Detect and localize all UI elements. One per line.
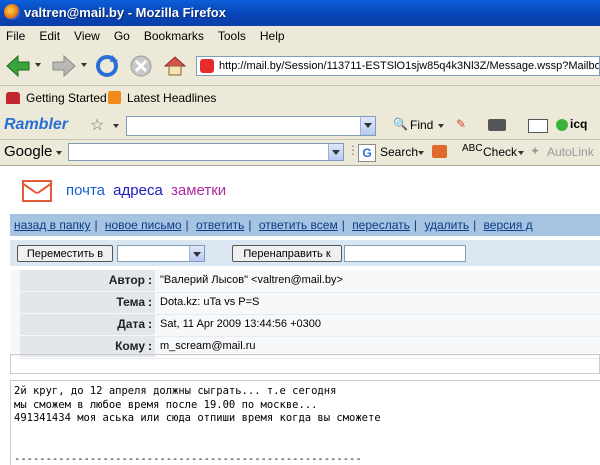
menu-tools[interactable]: Tools [212, 26, 254, 43]
reload-button[interactable] [94, 53, 120, 79]
header-row-date: Дата: Sat, 11 Apr 2009 13:44:56 +0300 [20, 314, 600, 337]
firefox-icon [6, 92, 20, 104]
mail-action-bar: назад в папку | новое письмо | ответить | о… [10, 214, 600, 236]
stop-icon [130, 55, 152, 77]
forward-arrow-icon [52, 54, 76, 78]
menu-bookmarks[interactable]: Bookmarks [138, 26, 212, 43]
attachments-area [10, 354, 600, 374]
mail-icon[interactable] [528, 119, 548, 133]
window-title-bar: valtren@mail.by - Mozilla Firefox [0, 0, 600, 26]
message-body: 2й круг, до 12 апреля должны сыграть... … [10, 380, 600, 465]
firefox-icon [4, 4, 20, 20]
reload-icon [96, 55, 118, 77]
redirect-button[interactable]: Перенаправить к [232, 245, 342, 262]
delete-link[interactable]: удалить [420, 218, 473, 232]
google-toolbar: Google ⋮ G Search ABC Check ✦ AutoLink [0, 140, 600, 166]
star-dropdown-icon[interactable] [113, 124, 119, 128]
chevron-down-icon[interactable] [360, 117, 375, 135]
home-button[interactable] [162, 53, 188, 79]
header-label: Тема [20, 292, 145, 313]
new-message-link[interactable]: новое письмо [101, 218, 186, 232]
page-content: почта адреса заметки назад в папку | ново… [0, 166, 600, 465]
nav-adresa[interactable]: адреса [113, 182, 163, 199]
google-search-button[interactable]: Search [380, 145, 418, 159]
rambler-logo[interactable]: Rambler [4, 116, 68, 134]
address-bar[interactable]: http://mail.by/Session/113711-ESTSlO1sjw… [196, 56, 600, 76]
forward-dropdown-icon[interactable] [81, 63, 87, 67]
move-to-button[interactable]: Переместить в [17, 245, 113, 262]
bookmark-getting-started[interactable]: Getting Started [26, 91, 107, 105]
rambler-search-input[interactable] [126, 116, 376, 136]
menu-bar: File Edit View Go Bookmarks Tools Help [0, 26, 600, 48]
menu-edit[interactable]: Edit [33, 26, 68, 43]
menu-file[interactable]: File [0, 26, 33, 43]
autolink-icon: ✦ [530, 144, 541, 158]
redirect-input[interactable] [344, 245, 466, 262]
reply-link[interactable]: ответить [192, 218, 248, 232]
icq-icon[interactable] [556, 119, 568, 131]
search-dropdown-icon[interactable] [418, 151, 424, 155]
forward-link[interactable]: переслать [348, 218, 414, 232]
back-button[interactable] [4, 53, 30, 79]
folder-select[interactable] [117, 245, 205, 262]
back-arrow-icon [6, 54, 30, 78]
address-url: http://mail.by/Session/113711-ESTSlO1sjw… [219, 60, 600, 72]
pagerank-icon[interactable] [432, 145, 447, 158]
star-icon[interactable]: ☆ [90, 115, 104, 135]
pencil-icon[interactable]: ✎ [456, 117, 466, 131]
magnifier-icon: 🔍 [393, 117, 408, 131]
forward-button[interactable] [50, 53, 76, 79]
print-version-link[interactable]: версия д [480, 218, 537, 232]
mail-nav: почта адреса заметки [66, 182, 230, 199]
google-check-button[interactable]: Check [483, 145, 517, 159]
icq-label[interactable]: icq [570, 117, 587, 131]
eraser-icon[interactable] [488, 119, 506, 131]
message-headers: Автор: "Валерий Лысов" <valtren@mail.by>… [10, 270, 600, 359]
rss-icon [108, 91, 121, 104]
google-autolink-button[interactable]: AutoLink [547, 145, 594, 159]
google-g-icon: G [358, 144, 376, 162]
rambler-toolbar: Rambler ☆ 🔍 Find ✎ icq [0, 111, 600, 140]
chevron-down-icon[interactable] [189, 246, 204, 261]
back-dropdown-icon[interactable] [35, 63, 41, 67]
bookmark-latest-headlines[interactable]: Latest Headlines [127, 91, 216, 105]
header-value: Dota.kz: uTa vs P=S [160, 296, 260, 308]
header-row-subject: Тема: Dota.kz: uTa vs P=S [20, 292, 600, 315]
rambler-find-button[interactable]: Find [410, 118, 433, 132]
find-dropdown-icon[interactable] [438, 124, 444, 128]
back-to-folder-link[interactable]: назад в папку [10, 218, 94, 232]
envelope-logo-icon[interactable] [22, 180, 52, 202]
nav-zametki[interactable]: заметки [171, 182, 226, 199]
window-title: valtren@mail.by - Mozilla Firefox [24, 5, 226, 20]
home-icon [163, 56, 187, 76]
reply-all-link[interactable]: ответить всем [255, 218, 342, 232]
header-value: "Валерий Лысов" <valtren@mail.by> [160, 274, 343, 286]
site-favicon [200, 59, 214, 73]
google-dropdown-icon[interactable] [56, 151, 62, 155]
menu-go[interactable]: Go [108, 26, 138, 43]
move-bar: Переместить в Перенаправить к [10, 240, 600, 266]
menu-help[interactable]: Help [254, 26, 293, 43]
google-logo[interactable]: Google [4, 143, 52, 160]
menu-view[interactable]: View [68, 26, 108, 43]
spellcheck-icon: ABC [462, 143, 483, 154]
header-label: Дата [20, 314, 145, 335]
header-label: Автор [20, 270, 145, 291]
bookmarks-toolbar: Getting Started Latest Headlines [0, 86, 600, 112]
header-row-author: Автор: "Валерий Лысов" <valtren@mail.by> [20, 270, 600, 293]
nav-pochta[interactable]: почта [66, 182, 105, 199]
google-search-input[interactable] [68, 143, 344, 161]
chevron-down-icon[interactable] [328, 144, 343, 160]
navigation-toolbar: http://mail.by/Session/113711-ESTSlO1sjw… [0, 47, 600, 86]
stop-button[interactable] [128, 53, 154, 79]
header-value: Sat, 11 Apr 2009 13:44:56 +0300 [160, 318, 321, 330]
check-dropdown-icon[interactable] [518, 151, 524, 155]
